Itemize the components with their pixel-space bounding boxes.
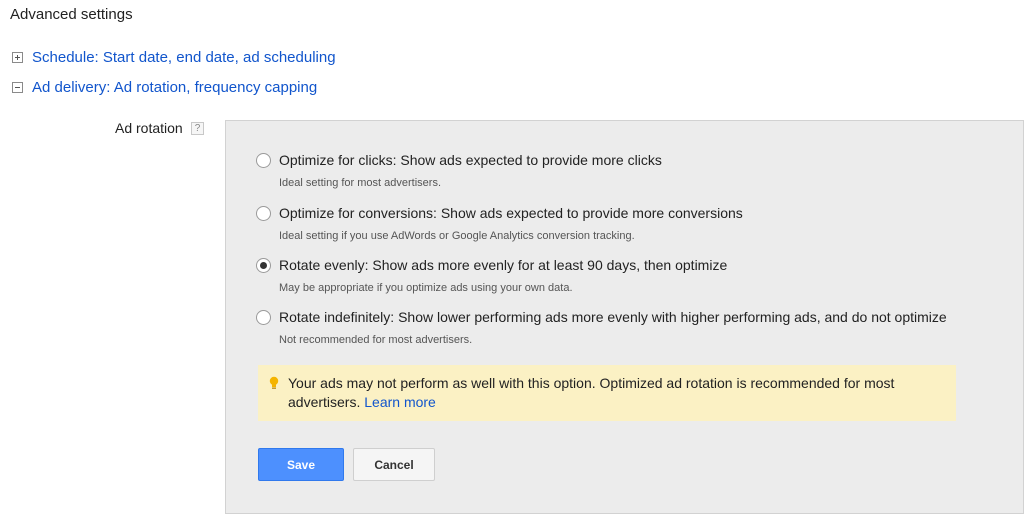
ad-rotation-panel: Optimize for clicks: Show ads expected t… [225, 120, 1024, 514]
help-icon[interactable]: ? [191, 122, 204, 135]
expand-plus-icon[interactable] [12, 52, 23, 63]
section-title: Advanced settings [10, 6, 133, 23]
radio-optimize-conversions[interactable] [256, 206, 271, 221]
ad-delivery-link[interactable]: Ad delivery: Ad rotation, frequency capp… [32, 79, 317, 96]
option-label[interactable]: Optimize for clicks: Show ads expected t… [279, 152, 662, 168]
option-label[interactable]: Rotate evenly: Show ads more evenly for … [279, 257, 727, 273]
ad-delivery-expander[interactable]: Ad delivery: Ad rotation, frequency capp… [12, 79, 317, 96]
warning-banner: Your ads may not perform as well with th… [258, 365, 956, 421]
collapse-minus-icon[interactable] [12, 82, 23, 93]
option-description: May be appropriate if you optimize ads u… [279, 282, 573, 294]
schedule-link[interactable]: Schedule: Start date, end date, ad sched… [32, 49, 336, 66]
option-description: Not recommended for most advertisers. [279, 334, 473, 346]
radio-rotate-indefinitely[interactable] [256, 310, 271, 325]
learn-more-link[interactable]: Learn more [364, 394, 436, 410]
radio-rotate-evenly[interactable] [256, 258, 271, 273]
option-label[interactable]: Optimize for conversions: Show ads expec… [279, 205, 743, 221]
option-label[interactable]: Rotate indefinitely: Show lower performi… [279, 309, 947, 325]
ad-rotation-label: Ad rotation [115, 120, 183, 136]
radio-optimize-clicks[interactable] [256, 153, 271, 168]
cancel-button[interactable]: Cancel [353, 448, 435, 481]
lightbulb-icon [269, 376, 279, 389]
schedule-expander[interactable]: Schedule: Start date, end date, ad sched… [12, 49, 336, 66]
save-button[interactable]: Save [258, 448, 344, 481]
option-description: Ideal setting for most advertisers. [279, 177, 442, 189]
option-description: Ideal setting if you use AdWords or Goog… [279, 230, 635, 242]
advanced-settings-page: Advanced settings Schedule: Start date, … [0, 0, 1024, 521]
